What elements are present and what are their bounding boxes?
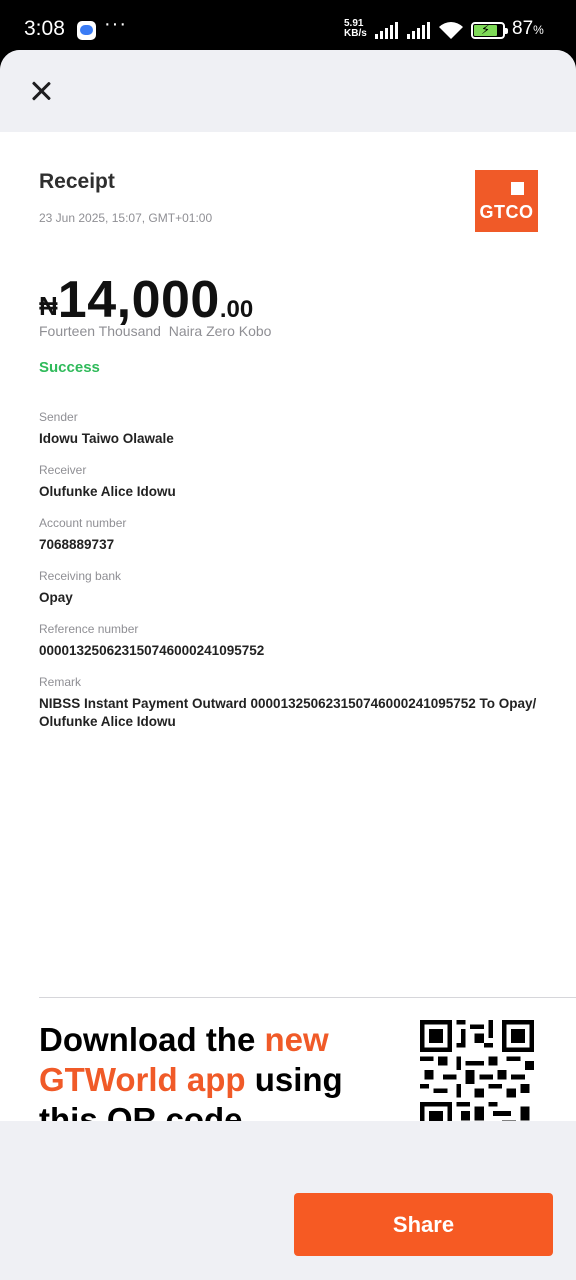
status-bar: 3:08 ··· 5.91 KB/s ⚡ 87% xyxy=(0,0,576,50)
sender-field: Sender Idowu Taiwo Olawale xyxy=(39,410,174,446)
wifi-icon xyxy=(439,22,463,39)
close-icon[interactable] xyxy=(26,76,56,106)
gtco-logo: GTCO xyxy=(475,170,538,232)
receipt-sheet: Receipt 23 Jun 2025, 15:07, GMT+01:00 GT… xyxy=(0,50,576,1280)
share-button[interactable]: Share xyxy=(294,1193,553,1256)
transaction-details: Sender Idowu Taiwo Olawale Receiver Oluf… xyxy=(39,409,571,745)
transaction-status: Success xyxy=(39,359,100,376)
currency-symbol: ₦ xyxy=(39,291,58,321)
message-notification-icon xyxy=(77,21,96,40)
divider xyxy=(39,997,576,998)
amount-decimal: .00 xyxy=(219,296,254,323)
account-number-field: Account number 7068889737 xyxy=(39,516,127,552)
signal-icon-sim1 xyxy=(373,21,401,39)
qr-code xyxy=(420,1020,534,1134)
reference-number-field: Reference number 00001325062315074600024… xyxy=(39,622,265,658)
signal-icon-sim2 xyxy=(405,21,433,39)
more-notifications-icon: ··· xyxy=(104,13,127,35)
amount-main: 14,000 xyxy=(57,271,220,329)
battery-percent: 87% xyxy=(512,18,544,39)
receipt-date: 23 Jun 2025, 15:07, GMT+01:00 xyxy=(39,211,213,225)
receipt-title: Receipt xyxy=(39,170,115,193)
receiver-field: Receiver Olufunke Alice Idowu xyxy=(39,463,176,499)
remark-field: Remark NIBSS Instant Payment Outward 000… xyxy=(39,675,537,729)
receiving-bank-field: Receiving bank Opay xyxy=(39,569,122,605)
amount-in-words: Fourteen Thousand Naira Zero Kobo xyxy=(39,323,272,339)
sheet-header xyxy=(0,50,576,132)
status-time: 3:08 xyxy=(24,17,65,40)
network-speed: 5.91 KB/s xyxy=(344,18,367,39)
footer-bar: Share xyxy=(0,1121,576,1280)
amount: ₦14,000.00 xyxy=(39,270,253,330)
charging-bolt-icon: ⚡ xyxy=(481,22,491,37)
